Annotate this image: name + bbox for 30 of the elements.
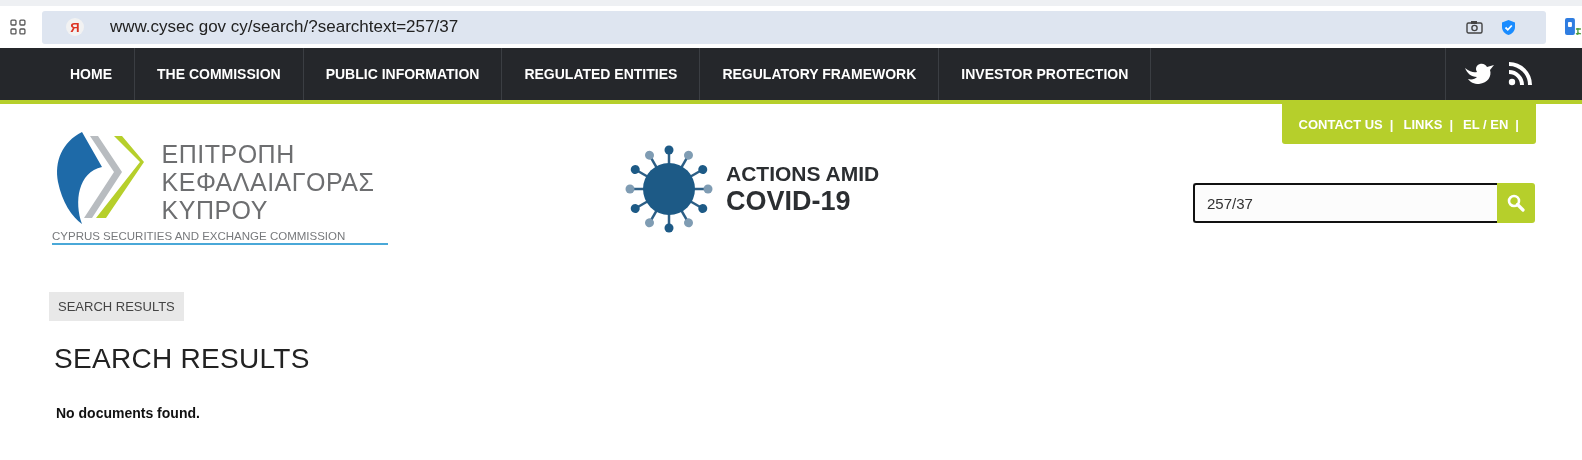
nav-link[interactable]: REGULATORY FRAMEWORK bbox=[700, 48, 940, 100]
rss-icon[interactable] bbox=[1508, 62, 1532, 86]
link-separator: | bbox=[1515, 116, 1519, 132]
address-bar[interactable]: Я www.cysec gov cy/search/?searchtext=257/37 bbox=[41, 10, 1547, 44]
search-field[interactable]: 257/37 bbox=[1193, 183, 1497, 223]
apps-grid-icon[interactable] bbox=[10, 19, 26, 35]
nav-link[interactable]: REGULATED ENTITIES bbox=[502, 48, 701, 100]
logo-greek-text: ΚΕΦΑΛΑΙΑΓΟΡΑΣ bbox=[161, 168, 376, 196]
logo-subtitle: CYPRUS SECURITIES AND EXCHANGE COMMISSION bbox=[52, 230, 388, 245]
logo-greek-text: ΚΥΠΡΟΥ bbox=[161, 196, 269, 224]
nav-link[interactable]: INVESTOR PROTECTION bbox=[939, 48, 1152, 100]
banner-subtitle: ACTIONS AMID bbox=[726, 161, 880, 186]
shield-check-icon[interactable] bbox=[1501, 18, 1517, 36]
url-text: www.cysec gov cy/search/?searchtext=257/37 bbox=[109, 17, 459, 37]
virus-icon bbox=[624, 144, 714, 234]
site-favicon: Я bbox=[65, 18, 84, 36]
breadcrumb[interactable]: SEARCH RESULTS bbox=[49, 292, 184, 321]
link-separator: | bbox=[1449, 116, 1454, 132]
nav-link[interactable]: PUBLIC INFORMATION bbox=[303, 48, 503, 100]
translate-icon[interactable] bbox=[1564, 17, 1582, 37]
camera-icon[interactable] bbox=[1466, 20, 1484, 34]
page-heading: SEARCH RESULTS bbox=[54, 343, 311, 375]
bird-icon[interactable] bbox=[1464, 62, 1496, 86]
nav-link[interactable]: THE COMMISSION bbox=[135, 48, 304, 100]
search-icon bbox=[1507, 194, 1525, 212]
no-results-message: No documents found. bbox=[56, 405, 201, 421]
logo-greek-text: ΕΠΙΤΡΟΠΗ bbox=[161, 140, 296, 168]
link-separator: | bbox=[1389, 116, 1394, 132]
banner-title: COVID-19 bbox=[726, 185, 852, 217]
nav-link[interactable]: HOME bbox=[48, 48, 135, 100]
